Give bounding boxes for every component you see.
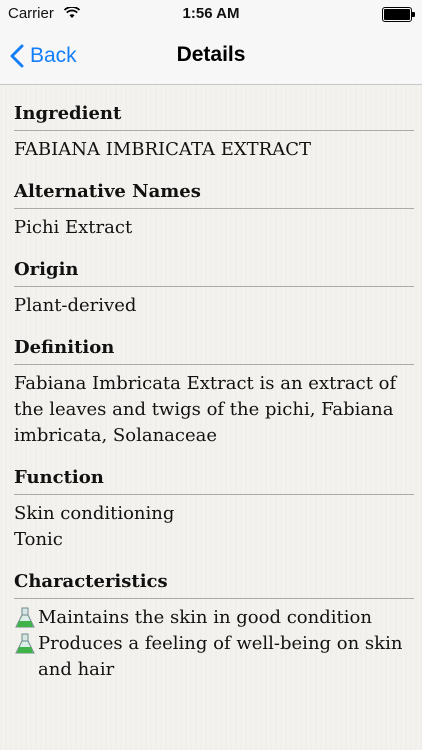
navigation-bar: Back Details (0, 28, 422, 85)
section-heading: Function (14, 449, 414, 495)
section-ingredient: Ingredient FABIANA IMBRICATA EXTRACT (14, 85, 414, 163)
section-alternative-names: Alternative Names Pichi Extract (14, 163, 414, 241)
section-heading: Ingredient (14, 85, 414, 131)
characteristic-text: Produces a feeling of well-being on skin… (38, 633, 403, 680)
battery-icon (382, 7, 415, 22)
section-heading: Origin (14, 241, 414, 287)
characteristic-text: Maintains the skin in good condition (38, 607, 372, 628)
section-heading: Alternative Names (14, 163, 414, 209)
flask-icon (15, 633, 35, 654)
status-time: 1:56 AM (182, 5, 240, 22)
flask-icon (15, 607, 35, 628)
status-bar: Carrier 1:56 AM (0, 0, 422, 28)
definition-value: Fabiana Imbricata Extract is an extract … (14, 373, 397, 446)
characteristic-item: Produces a feeling of well-being on skin… (14, 631, 414, 683)
characteristic-item: Maintains the skin in good condition (14, 605, 414, 631)
function-item: Tonic (14, 529, 63, 550)
section-characteristics: Characteristics Maintains the skin in go… (14, 553, 414, 683)
alternative-names-value: Pichi Extract (14, 217, 133, 238)
section-definition: Definition Fabiana Imbricata Extract is … (14, 319, 414, 449)
section-heading: Characteristics (14, 553, 414, 599)
ingredient-value: FABIANA IMBRICATA EXTRACT (14, 139, 311, 160)
function-item: Skin conditioning (14, 503, 175, 524)
page-title: Details (176, 43, 246, 66)
details-content[interactable]: Ingredient FABIANA IMBRICATA EXTRACT Alt… (0, 85, 422, 750)
section-origin: Origin Plant-derived (14, 241, 414, 319)
origin-value: Plant-derived (14, 295, 137, 316)
section-function: Function Skin conditioning Tonic (14, 449, 414, 553)
section-heading: Definition (14, 319, 414, 365)
